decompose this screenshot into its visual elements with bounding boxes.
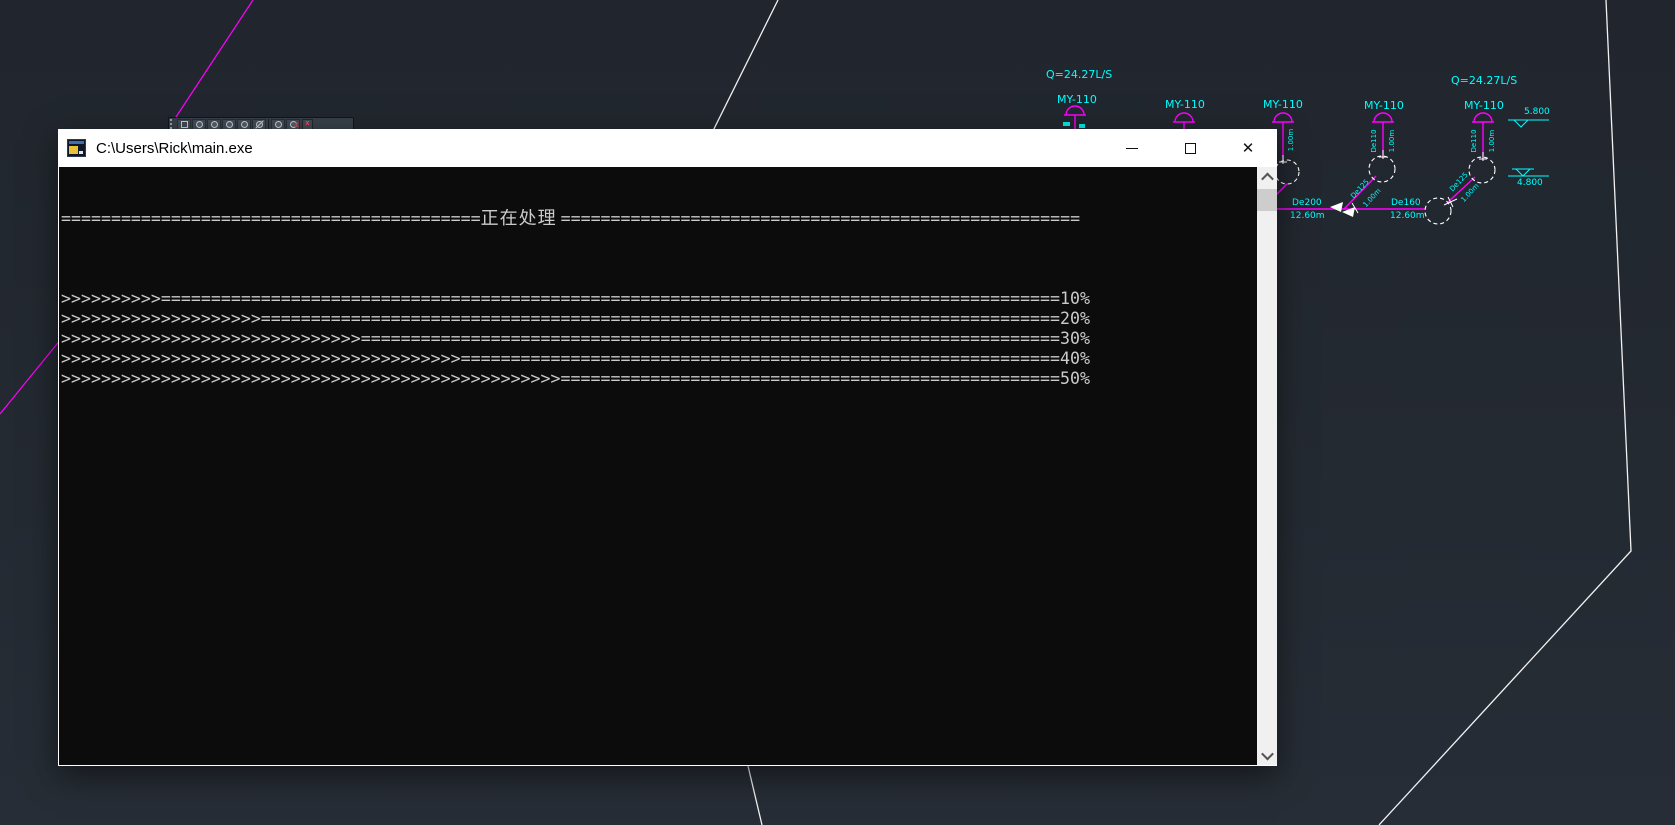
toolbar-icon-view-se[interactable]: [207, 119, 221, 130]
riser-dia-label: De110: [1370, 129, 1378, 152]
console-progress-line: >>>>>>>>>>>>>>>>>>>>====================…: [61, 309, 1090, 329]
console-text: ========================================…: [61, 169, 1090, 389]
console-app-icon: [67, 139, 86, 157]
level-markers: [1508, 120, 1549, 176]
sprinkler-label: MY-110: [1364, 99, 1404, 112]
console-header-line: ========================================…: [61, 209, 1090, 229]
level-value: 5.800: [1524, 107, 1550, 117]
toolbar-icon-view-ne[interactable]: [222, 119, 236, 130]
pipe-len-label: 12.60m: [1290, 211, 1325, 221]
maximize-button[interactable]: [1161, 129, 1219, 167]
toolbar-icon-camera[interactable]: [271, 119, 285, 130]
pipe-len-label: 12.60m: [1390, 211, 1425, 221]
scroll-up-button[interactable]: [1257, 167, 1277, 187]
console-progress-line: >>>>>>>>>>>>>>>>>>>>>>>>>>>>>>==========…: [61, 329, 1090, 349]
riser-dia-label: De110: [1470, 129, 1478, 152]
close-button[interactable]: ✕: [1219, 129, 1277, 167]
console-progress-line: >>>>>>>>>>>>>>>>>>>>>>>>>>>>>>>>>>>>>>>>…: [61, 349, 1090, 369]
scroll-down-button[interactable]: [1257, 745, 1277, 765]
console-progress-line: >>>>>>>>>>>>>>>>>>>>>>>>>>>>>>>>>>>>>>>>…: [61, 369, 1090, 389]
riser-len-label: 1.00m: [1488, 130, 1496, 152]
toolbar-grip[interactable]: [170, 119, 175, 129]
sprinkler-label: MY-110: [1165, 98, 1205, 111]
toolbar-icon-delete-view[interactable]: x: [286, 119, 300, 130]
minimize-button[interactable]: [1103, 129, 1161, 167]
console-output: ========================================…: [59, 167, 1257, 765]
chevron-down-icon: [1261, 747, 1274, 760]
sprinkler-label: MY-110: [1464, 99, 1504, 112]
construction-line-topleft: [174, 0, 253, 120]
clipped-label-fragments: [1063, 122, 1085, 128]
flow-rate-label: Q=24.27L/S: [1046, 68, 1112, 81]
toolbar-icon-view-off[interactable]: [252, 119, 266, 130]
processing-label: 正在处理: [481, 209, 561, 229]
console-progress-line: >>>>>>>>>>==============================…: [61, 289, 1090, 309]
riser-len-label: 1.00m: [1287, 129, 1295, 151]
toolbar-separator: [268, 119, 269, 129]
title-bar[interactable]: C:\Users\Rick\main.exe ✕: [58, 129, 1277, 167]
toolbar-close-button[interactable]: x: [302, 119, 313, 130]
maximize-icon: [1185, 143, 1196, 154]
toolbar-icon-view-sw[interactable]: [192, 119, 206, 130]
pipe-dia-label: De200: [1292, 198, 1322, 208]
riser-len-label: 1.00m: [1388, 130, 1396, 152]
level-value: 4.800: [1517, 178, 1543, 188]
chevron-up-icon: [1261, 172, 1274, 185]
site-boundary-bottom: [748, 766, 762, 825]
flow-rate-label: Q=24.27L/S: [1451, 74, 1517, 87]
site-boundary-right: [1379, 0, 1631, 825]
toolbar-icon-cube[interactable]: [177, 119, 191, 130]
pipe-dia-label: De160: [1391, 198, 1421, 208]
console-window: C:\Users\Rick\main.exe ✕ ===============…: [58, 129, 1277, 766]
minimize-icon: [1126, 148, 1138, 149]
toolbar-icon-view-nw[interactable]: [237, 119, 251, 130]
sprinkler-label: MY-110: [1057, 93, 1097, 106]
scrollbar[interactable]: [1257, 167, 1277, 765]
sprinkler-label: MY-110: [1263, 98, 1303, 111]
scrollbar-thumb[interactable]: [1257, 189, 1277, 211]
close-icon: ✕: [1242, 141, 1255, 156]
window-title: C:\Users\Rick\main.exe: [96, 140, 253, 157]
cad-workspace: { "window": { "title": "C:\\Users\\Rick\…: [0, 0, 1675, 825]
